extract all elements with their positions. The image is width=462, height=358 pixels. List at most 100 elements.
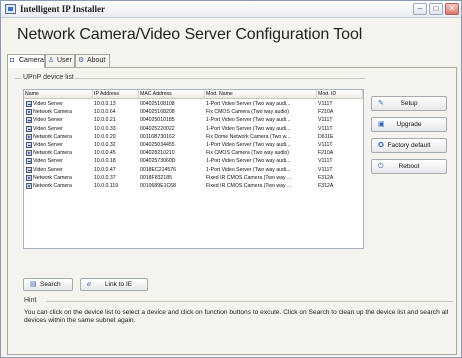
- table-row[interactable]: Network Camera 10.0.0.20 00116B730162 Fix D…: [24, 133, 363, 141]
- cell-ip: 10.0.0.20: [94, 133, 116, 140]
- hint-label: Hint: [24, 297, 37, 304]
- factory-default-button-label: Factory default: [387, 142, 431, 149]
- table-row[interactable]: Video Server 10.0.0.47 0018EC214576 1-Port …: [24, 166, 363, 174]
- link-to-ie-button[interactable]: ℯ Link to IE: [80, 278, 148, 291]
- table-row[interactable]: Video Server 10.0.0.21 004025010185 1-Port …: [24, 116, 363, 124]
- cell-mac: 004025168208: [140, 109, 175, 116]
- table-row[interactable]: Network Camera 10.0.0.45 004028210210 Fix C…: [24, 149, 363, 157]
- video-server-icon: [26, 142, 32, 148]
- cell-ip: 10.0.0.37: [94, 174, 116, 181]
- cell-name: Video Server: [33, 101, 63, 107]
- ie-icon: ℯ: [87, 281, 92, 288]
- window-title: Intelligent IP Installer: [20, 4, 105, 14]
- cell-mod-name: Fix CMOS Camera (Two way audio): [206, 150, 290, 157]
- camera-device-icon: [26, 150, 32, 157]
- device-list-header: Name IP Address MAC Address Mod. Name Mo…: [24, 90, 363, 99]
- reboot-button-label: Reboot: [398, 163, 420, 170]
- column-header-ip[interactable]: IP Address: [93, 90, 139, 99]
- close-button[interactable]: ✕: [445, 3, 459, 15]
- tab-user-label: User: [57, 57, 72, 64]
- cell-ip: 10.0.0.119: [94, 183, 119, 189]
- camera-device-icon: [26, 183, 32, 189]
- cell-mod-id: V111T: [318, 101, 333, 107]
- video-server-icon: [26, 166, 32, 173]
- cell-ip: 10.0.0.21: [94, 117, 116, 124]
- cell-mod-id: F210A: [318, 109, 334, 116]
- cell-name: Video Server: [33, 166, 63, 173]
- app-window: Intelligent IP Installer – □ ✕ Network C…: [0, 0, 462, 358]
- device-list[interactable]: Name IP Address MAC Address Mod. Name Mo…: [23, 89, 364, 249]
- tab-about-label: About: [87, 57, 106, 64]
- cell-mod-name: 1-Port Video Server (Two way audi...: [206, 117, 291, 124]
- cell-name: Video Server: [33, 117, 63, 124]
- table-row[interactable]: Video Server 10.0.0.13 004025108108 1-Port …: [24, 100, 363, 108]
- cell-name: Video Server: [33, 158, 63, 165]
- cell-name: Video Server: [33, 142, 63, 148]
- cell-mod-name: 1-Port Video Server (Two way audi...: [206, 142, 291, 148]
- upgrade-icon: ▣: [378, 121, 385, 128]
- app-icon: [5, 4, 16, 14]
- table-row[interactable]: Video Server 10.0.0.18 00402573060D 1-Port …: [24, 157, 363, 165]
- video-server-icon: [26, 158, 32, 165]
- cell-mod-name: 1-Port Video Server (Two way audi...: [206, 158, 291, 165]
- cell-mod-name: 1-Port Video Server (Two way audi...: [206, 101, 291, 107]
- tab-about[interactable]: ⚙ About: [75, 54, 110, 67]
- cell-mac: 0010689E1C68: [140, 183, 177, 189]
- cell-mac: 0018EC214576: [140, 166, 177, 173]
- maximize-button[interactable]: □: [429, 3, 443, 15]
- tab-camera-label: Camera: [19, 57, 44, 64]
- video-server-icon: [26, 125, 32, 132]
- cell-name: Network Camera: [33, 183, 72, 189]
- tab-camera[interactable]: ◘ Camera: [7, 54, 45, 68]
- cell-mac: 004025034455: [140, 142, 175, 148]
- table-row[interactable]: Network Camera 10.0.0.119 0010689E1C68 Fixe…: [24, 182, 363, 190]
- cell-mod-id: V111T: [318, 125, 333, 132]
- cell-name: Video Server: [33, 125, 63, 132]
- cell-mod-name: 1-Port Video Server (Two way audi...: [206, 125, 291, 132]
- setup-icon: ✎: [378, 100, 384, 107]
- link-to-ie-button-label: Link to IE: [105, 281, 133, 288]
- cell-mod-id: D611E: [318, 133, 334, 140]
- cell-mod-name: 1-Port Video Server (Two way audi...: [206, 166, 291, 173]
- table-row[interactable]: Video Server 10.0.0.32 004025034455 1-Port …: [24, 141, 363, 149]
- minimize-button[interactable]: –: [413, 3, 427, 15]
- info-icon: ⚙: [78, 57, 85, 64]
- tab-user[interactable]: ♙ User: [45, 54, 75, 67]
- cell-mod-id: V111T: [318, 158, 333, 165]
- cell-ip: 10.0.0.33: [94, 125, 116, 132]
- cell-mod-id: V111T: [318, 142, 333, 148]
- video-server-icon: [26, 101, 32, 107]
- cell-ip: 10.0.0.45: [94, 150, 116, 157]
- power-icon: ⏻: [378, 163, 384, 170]
- cell-name: Network Camera: [33, 150, 72, 157]
- reboot-button[interactable]: ⏻ Reboot: [371, 159, 447, 174]
- camera-device-icon: [26, 174, 32, 181]
- cell-ip: 10.0.0.13: [94, 101, 116, 107]
- column-header-mod-name[interactable]: Mod. Name: [205, 90, 317, 99]
- setup-button[interactable]: ✎ Setup: [371, 96, 447, 111]
- cell-ip: 10.0.0.47: [94, 166, 116, 173]
- user-icon: ♙: [48, 57, 55, 64]
- cell-mac: 00402573060D: [140, 158, 176, 165]
- camera-device-icon: [26, 133, 32, 140]
- column-header-mac[interactable]: MAC Address: [139, 90, 205, 99]
- cell-mod-name: Fix Dome Network Camera (Two w...: [206, 133, 291, 140]
- factory-default-button[interactable]: ✪ Factory default: [371, 138, 447, 153]
- upgrade-button-label: Upgrade: [396, 121, 422, 128]
- page-title: Network Camera/Video Server Configuratio…: [17, 26, 363, 43]
- column-header-name[interactable]: Name: [24, 90, 93, 99]
- search-button[interactable]: ▤ Search: [23, 278, 73, 291]
- upgrade-button[interactable]: ▣ Upgrade: [371, 117, 447, 132]
- table-row[interactable]: Video Server 10.0.0.33 004025220022 1-Port …: [24, 125, 363, 133]
- hint-divider: [46, 301, 453, 302]
- cell-mod-name: Fixed IR CMOS Camera (Two way ...: [206, 183, 292, 189]
- cell-name: Network Camera: [33, 109, 72, 116]
- title-bar[interactable]: Intelligent IP Installer – □ ✕: [1, 1, 461, 18]
- column-header-mod-id[interactable]: Mod. ID: [317, 90, 363, 99]
- table-row[interactable]: Network Camera 10.0.0.64 004025168208 Fix C…: [24, 108, 363, 116]
- table-row[interactable]: Network Camera 10.0.0.37 0018F832185 Fixed …: [24, 174, 363, 182]
- cell-mod-id: F312A: [318, 174, 334, 181]
- cell-mac: 004025220022: [140, 125, 175, 132]
- cell-mac: 004028210210: [140, 150, 175, 157]
- search-button-label: Search: [40, 281, 61, 288]
